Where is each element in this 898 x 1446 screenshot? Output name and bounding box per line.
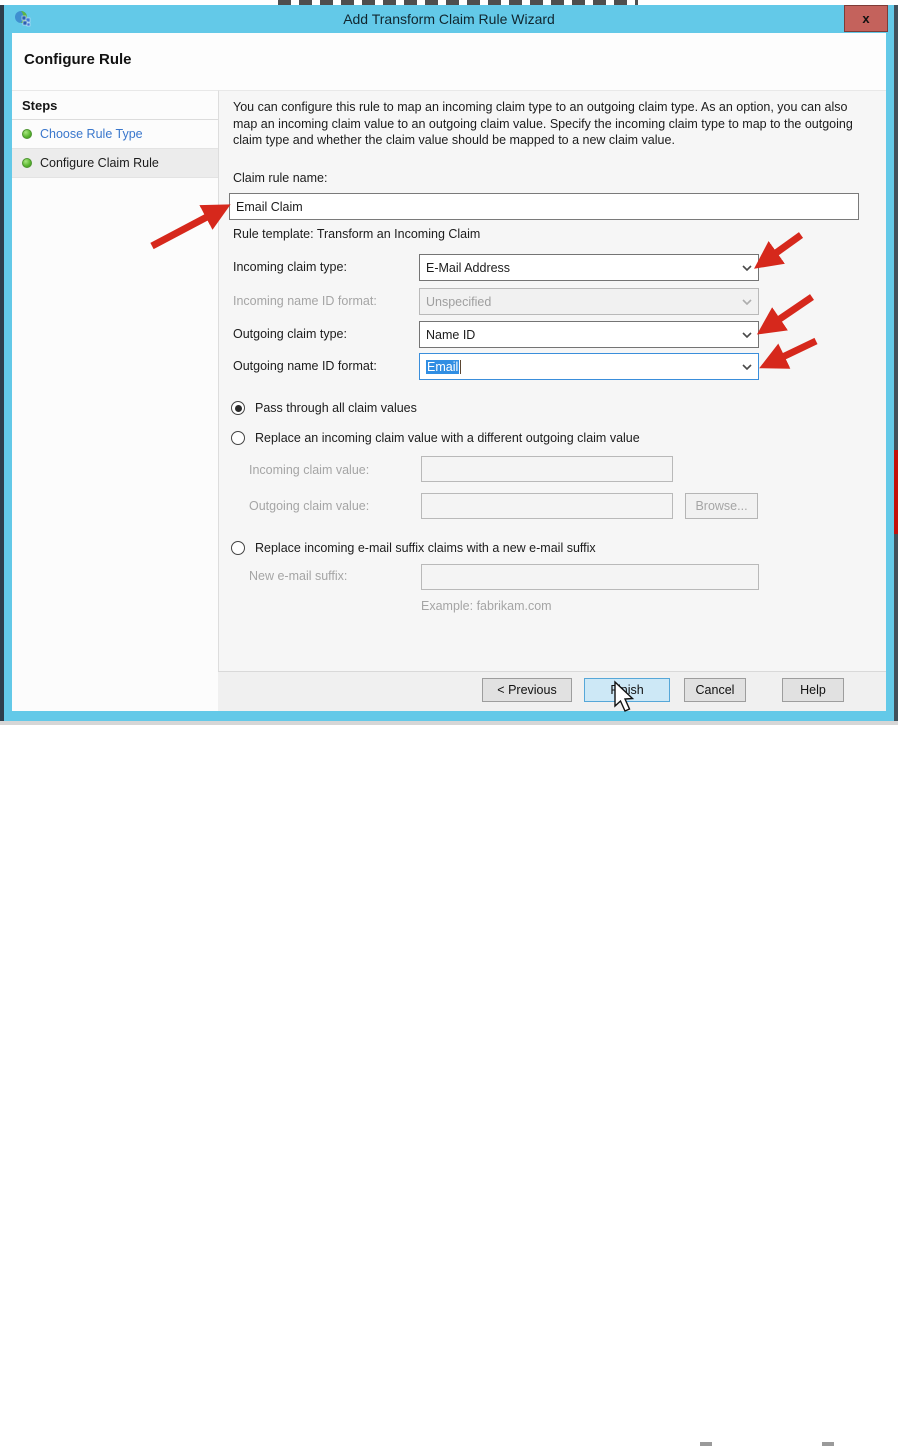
radio-replace-value[interactable]: Replace an incoming claim value with a d…	[231, 431, 640, 445]
radio-replace-suffix[interactable]: Replace incoming e-mail suffix claims wi…	[231, 541, 596, 555]
background-bottom-mark	[822, 1442, 834, 1446]
incoming-claim-value-label: Incoming claim value:	[249, 463, 369, 477]
combobox-value: Unspecified	[426, 295, 491, 309]
finish-button[interactable]: Finish	[584, 678, 670, 702]
incoming-claim-type-label: Incoming claim type:	[233, 260, 347, 274]
previous-button-label: < Previous	[497, 683, 556, 697]
window-title: Add Transform Claim Rule Wizard	[343, 11, 555, 27]
claim-rule-name-label: Claim rule name:	[233, 171, 327, 185]
dialog-body: Configure Rule Steps Choose Rule Type Co…	[12, 33, 886, 711]
background-bottom-mark	[700, 1442, 712, 1446]
radio-pass-through[interactable]: Pass through all claim values	[231, 401, 417, 415]
radio-label: Pass through all claim values	[255, 401, 417, 415]
background-right-strip	[894, 5, 898, 721]
sidebar-item-label: Choose Rule Type	[40, 127, 143, 141]
chevron-down-icon	[742, 299, 752, 305]
combobox-value-selected: Email	[426, 360, 459, 374]
title-bar: Add Transform Claim Rule Wizard x	[4, 5, 894, 33]
rule-template-text: Rule template: Transform an Incoming Cla…	[233, 227, 480, 241]
close-button[interactable]: x	[844, 5, 888, 32]
description-text: You can configure this rule to map an in…	[233, 99, 865, 149]
previous-button[interactable]: < Previous	[482, 678, 572, 702]
combobox-value: E-Mail Address	[426, 261, 510, 275]
cancel-button[interactable]: Cancel	[684, 678, 746, 702]
help-button-label: Help	[800, 683, 826, 697]
incoming-name-id-format-combobox: Unspecified	[419, 288, 759, 315]
wizard-dialog: Add Transform Claim Rule Wizard x Config…	[4, 5, 894, 721]
page-header: Configure Rule	[12, 33, 886, 90]
incoming-name-id-format-label: Incoming name ID format:	[233, 294, 377, 308]
outgoing-claim-type-combobox[interactable]: Name ID	[419, 321, 759, 348]
suffix-example-text: Example: fabrikam.com	[421, 599, 552, 613]
outgoing-claim-value-label: Outgoing claim value:	[249, 499, 369, 513]
step-complete-icon	[22, 158, 32, 168]
combobox-value: Name ID	[426, 328, 475, 342]
steps-sidebar: Steps Choose Rule Type Configure Claim R…	[12, 90, 218, 711]
outgoing-claim-value-input	[421, 493, 673, 519]
outgoing-name-id-format-combobox[interactable]: Email	[419, 353, 759, 380]
sidebar-item-label: Configure Claim Rule	[40, 156, 159, 170]
radio-unselected-icon	[231, 541, 245, 555]
finish-button-label: Finish	[610, 683, 643, 697]
chevron-down-icon	[742, 332, 752, 338]
close-icon: x	[862, 11, 869, 26]
radio-selected-icon	[231, 401, 245, 415]
sidebar-item-choose-rule-type[interactable]: Choose Rule Type	[12, 120, 218, 149]
cancel-button-label: Cancel	[696, 683, 735, 697]
new-email-suffix-input	[421, 564, 759, 590]
adfs-app-icon	[14, 10, 32, 28]
chevron-down-icon	[742, 265, 752, 271]
claim-rule-name-input[interactable]	[229, 193, 859, 220]
button-bar: < Previous Finish Cancel Help	[218, 671, 886, 711]
configure-rule-panel: You can configure this rule to map an in…	[218, 90, 886, 671]
browse-button: Browse...	[685, 493, 758, 519]
chevron-down-icon	[742, 364, 752, 370]
new-email-suffix-label: New e-mail suffix:	[249, 569, 347, 583]
text-caret	[460, 360, 461, 374]
background-bottom-strip	[0, 721, 898, 725]
radio-label: Replace an incoming claim value with a d…	[255, 431, 640, 445]
step-complete-icon	[22, 129, 32, 139]
sidebar-item-configure-claim-rule[interactable]: Configure Claim Rule	[12, 149, 218, 178]
incoming-claim-type-combobox[interactable]: E-Mail Address	[419, 254, 759, 281]
outgoing-claim-type-label: Outgoing claim type:	[233, 327, 347, 341]
page-title: Configure Rule	[24, 51, 132, 68]
outgoing-name-id-format-label: Outgoing name ID format:	[233, 359, 377, 373]
help-button[interactable]: Help	[782, 678, 844, 702]
radio-label: Replace incoming e-mail suffix claims wi…	[255, 541, 596, 555]
radio-unselected-icon	[231, 431, 245, 445]
incoming-claim-value-input	[421, 456, 673, 482]
browse-button-label: Browse...	[695, 499, 747, 513]
steps-heading: Steps	[12, 91, 218, 120]
